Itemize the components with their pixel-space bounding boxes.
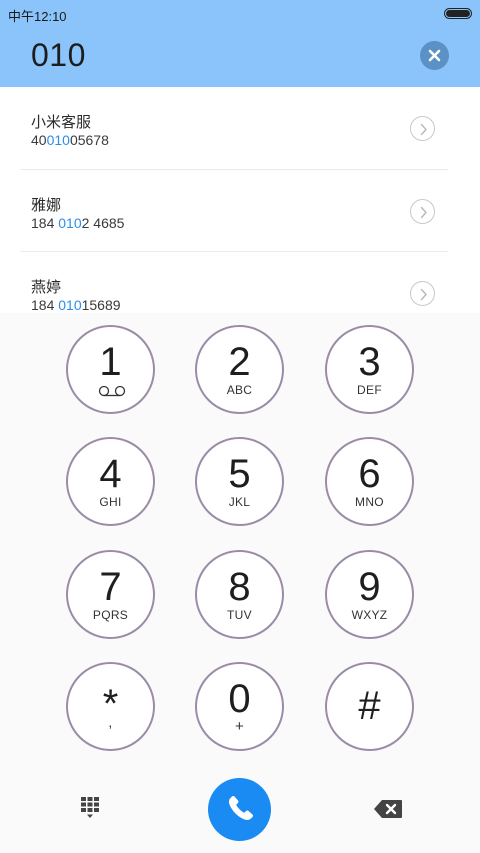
key-7[interactable]: 7 PQRS: [66, 550, 155, 639]
key-9[interactable]: 9 WXYZ: [325, 550, 414, 639]
key-0[interactable]: 0 +: [195, 662, 284, 751]
phone-icon: [228, 795, 254, 821]
contact-number: 184 0102 4685: [31, 215, 125, 231]
contact-detail-button[interactable]: [410, 281, 435, 306]
key-8[interactable]: 8 TUV: [195, 550, 284, 639]
contact-name: 燕婷: [31, 279, 62, 296]
key-5[interactable]: 5 JKL: [195, 437, 284, 526]
call-button[interactable]: [208, 778, 271, 841]
chevron-right-icon: [420, 288, 427, 301]
battery-icon: [444, 8, 472, 19]
contact-detail-button[interactable]: [410, 116, 435, 141]
list-item[interactable]: 小米客服 4001005678: [0, 87, 480, 170]
contact-name: 雅娜: [31, 197, 62, 214]
list-item[interactable]: 燕婷 184 01015689: [0, 252, 480, 313]
contact-number: 4001005678: [31, 132, 109, 148]
voicemail-icon: [98, 385, 126, 397]
chevron-right-icon: [420, 206, 427, 219]
key-4[interactable]: 4 GHI: [66, 437, 155, 526]
dialer-header: 中午12:10 010: [0, 0, 480, 87]
key-star[interactable]: * ,: [66, 662, 155, 751]
list-item[interactable]: 雅娜 184 0102 4685: [0, 170, 480, 253]
chevron-right-icon: [420, 123, 427, 136]
clear-circle-icon: [428, 49, 441, 62]
contact-detail-button[interactable]: [410, 199, 435, 224]
contact-number: 184 01015689: [31, 297, 121, 313]
contact-matches-list: 小米客服 4001005678 雅娜 184 0102 4685 燕婷 184 …: [0, 87, 480, 313]
dialpad-icon[interactable]: [80, 796, 104, 820]
key-2[interactable]: 2 ABC: [195, 325, 284, 414]
key-6[interactable]: 6 MNO: [325, 437, 414, 526]
status-time: 中午12:10: [8, 9, 67, 24]
backspace-icon[interactable]: [373, 799, 403, 819]
dialed-number[interactable]: 010: [31, 37, 86, 74]
key-hash[interactable]: #: [325, 662, 414, 751]
dial-pad: 1 2 ABC 3 DEF 4 GHI 5 JKL 6 MNO 7 PQRS 8…: [0, 313, 480, 763]
contact-name: 小米客服: [31, 114, 92, 131]
clear-button[interactable]: [420, 41, 449, 70]
dialer-action-bar: [0, 763, 480, 853]
key-1[interactable]: 1: [66, 325, 155, 414]
key-3[interactable]: 3 DEF: [325, 325, 414, 414]
